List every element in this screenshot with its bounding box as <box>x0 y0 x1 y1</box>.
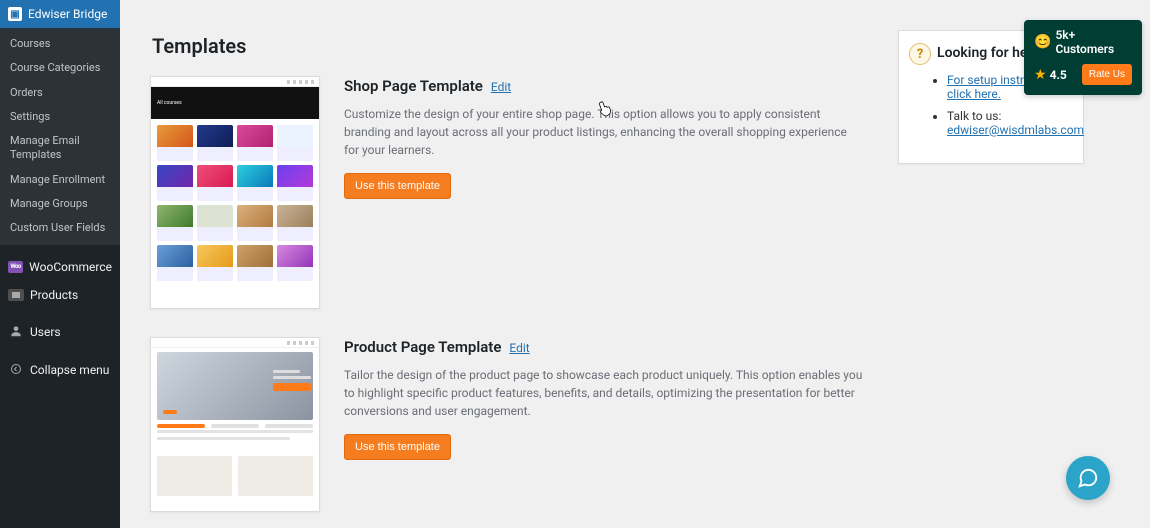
sidebar-item-manage-groups[interactable]: Manage Groups <box>0 192 120 216</box>
rate-value: 4.5 <box>1050 68 1067 82</box>
woocommerce-icon: Woo <box>8 261 23 273</box>
admin-sidebar: ▣ Edwiser Bridge Courses Course Categori… <box>0 0 120 528</box>
edwiser-icon: ▣ <box>8 7 22 21</box>
sidebar-item-settings[interactable]: Settings <box>0 105 120 129</box>
help-talk-prefix: Talk to us: <box>947 109 1001 123</box>
sidebar-item-orders[interactable]: Orders <box>0 81 120 105</box>
chat-button[interactable] <box>1066 456 1110 500</box>
edit-link-product[interactable]: Edit <box>509 341 529 355</box>
help-icon: ? <box>909 43 931 65</box>
template-description: Tailor the design of the product page to… <box>344 366 864 420</box>
nav-users-label: Users <box>30 325 61 339</box>
nav-woocommerce-label: WooCommerce <box>29 260 112 274</box>
template-thumbnail-shop[interactable]: All courses <box>150 76 320 309</box>
nav-woocommerce[interactable]: Woo WooCommerce <box>0 253 120 281</box>
nav-users[interactable]: Users <box>0 317 120 348</box>
sidebar-item-custom-user-fields[interactable]: Custom User Fields <box>0 216 120 240</box>
nav-collapse[interactable]: Collapse menu <box>0 356 120 385</box>
template-row-product: Product Page Template Edit Tailor the de… <box>150 337 1134 512</box>
rate-us-button[interactable]: Rate Us <box>1082 64 1132 85</box>
sidebar-item-manage-enrollment[interactable]: Manage Enrollment <box>0 168 120 192</box>
rate-widget: 😊 5k+ Customers ★4.5 Rate Us <box>1024 20 1142 95</box>
collapse-icon <box>8 363 24 378</box>
sidebar-item-course-categories[interactable]: Course Categories <box>0 56 120 80</box>
template-title: Product Page Template <box>344 338 501 356</box>
nav-products-label: Products <box>30 288 78 302</box>
nav-collapse-label: Collapse menu <box>30 363 109 377</box>
sidebar-submenu: Courses Course Categories Orders Setting… <box>0 28 120 245</box>
star-icon: ★ <box>1034 67 1047 83</box>
template-title: Shop Page Template <box>344 77 483 95</box>
sidebar-item-courses[interactable]: Courses <box>0 32 120 56</box>
template-thumbnail-product[interactable] <box>150 337 320 512</box>
help-link-email[interactable]: edwiser@wisdmlabs.com <box>947 123 1084 137</box>
sidebar-active-label: Edwiser Bridge <box>28 7 107 21</box>
sidebar-item-email-templates[interactable]: Manage Email Templates <box>0 129 120 168</box>
use-template-button-shop[interactable]: Use this template <box>344 173 451 199</box>
rate-customers: 5k+ Customers <box>1055 28 1132 56</box>
sidebar-active-plugin[interactable]: ▣ Edwiser Bridge <box>0 0 120 28</box>
smile-icon: 😊 <box>1034 34 1051 50</box>
edit-link-shop[interactable]: Edit <box>491 80 511 94</box>
template-details-product: Product Page Template Edit Tailor the de… <box>344 337 864 512</box>
products-icon <box>8 289 24 301</box>
nav-products[interactable]: Products <box>0 281 120 309</box>
use-template-button-product[interactable]: Use this template <box>344 434 451 460</box>
user-icon <box>8 324 24 341</box>
chat-icon <box>1077 467 1099 489</box>
thumb-hero-text: All courses <box>157 100 182 106</box>
help-item-talk: Talk to us: edwiser@wisdmlabs.com <box>947 109 1069 137</box>
